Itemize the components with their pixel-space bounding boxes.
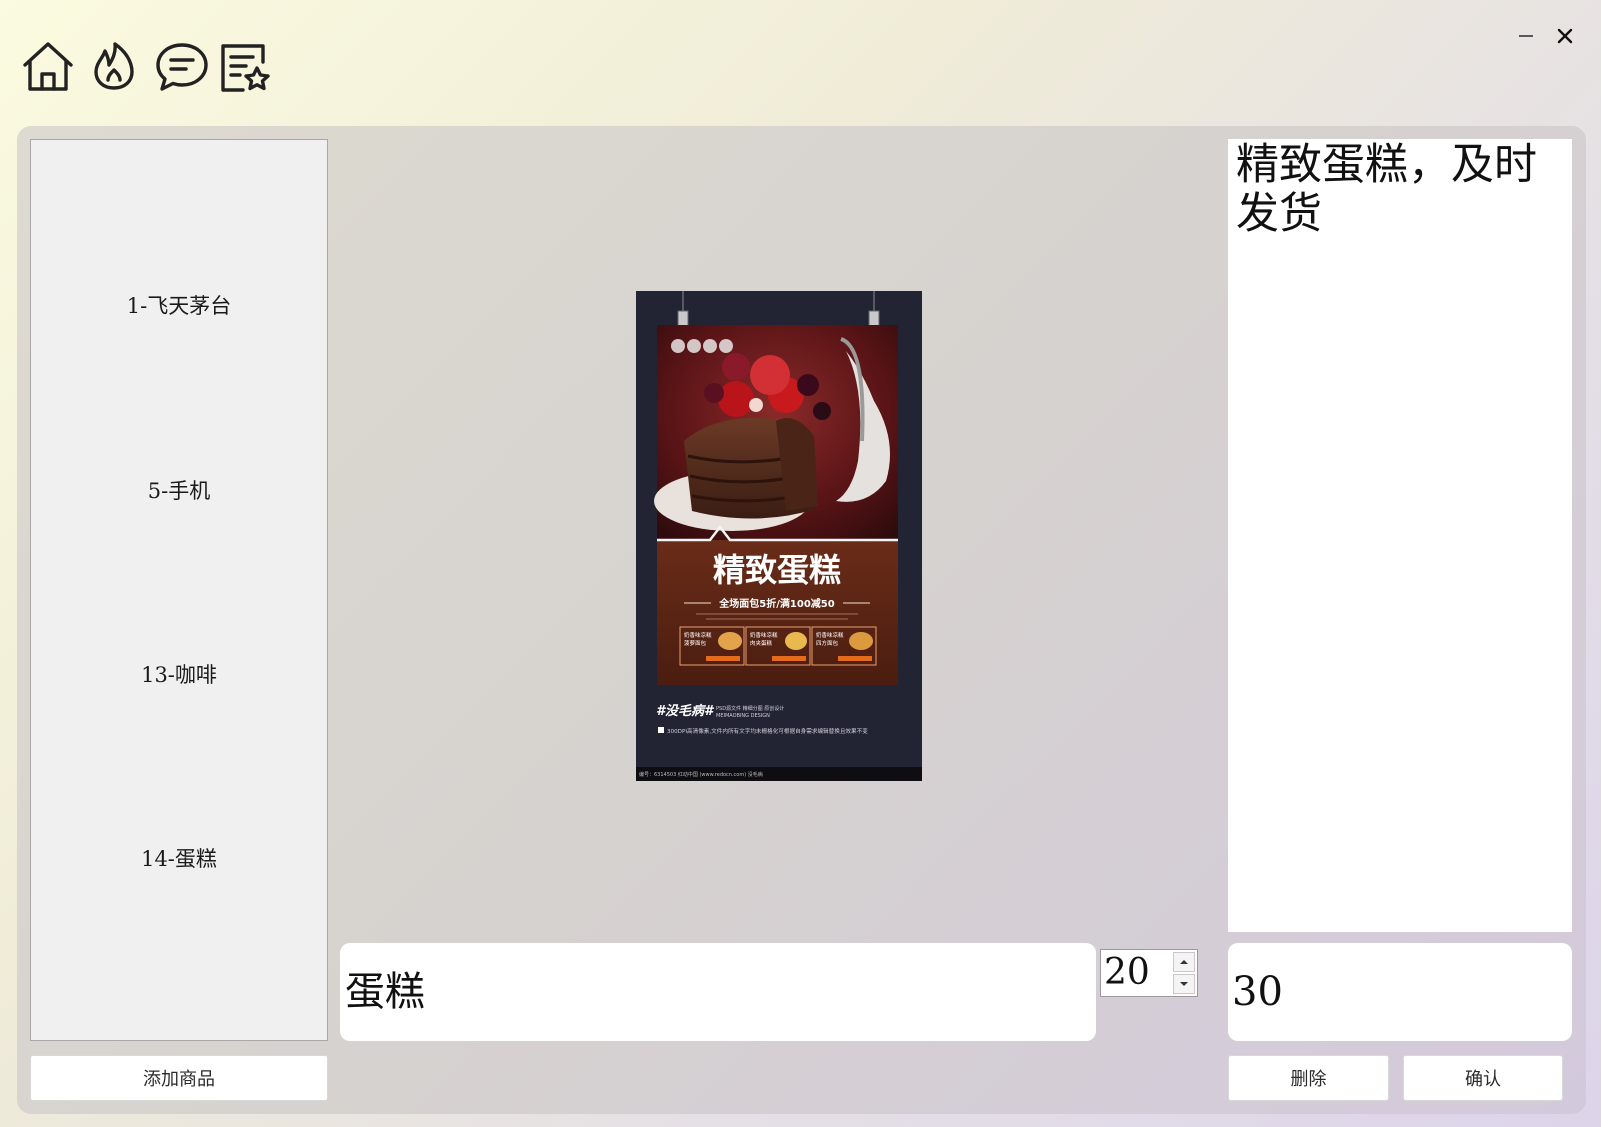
list-item[interactable]: 1-飞天茅台 bbox=[31, 290, 327, 320]
poster-brand-sub: MEIMAOBING DESIGN bbox=[716, 713, 770, 719]
list-item[interactable]: 5-手机 bbox=[31, 475, 327, 505]
poster-headline: 精致蛋糕 bbox=[713, 551, 841, 589]
add-product-button[interactable]: 添加商品 bbox=[30, 1055, 328, 1101]
home-icon[interactable] bbox=[18, 38, 78, 98]
poster-brand: #没毛病# bbox=[656, 703, 715, 719]
chevron-up-icon bbox=[1180, 960, 1188, 964]
close-button[interactable] bbox=[1547, 18, 1583, 54]
list-item[interactable]: 13-咖啡 bbox=[31, 659, 327, 689]
quantity-value[interactable]: 20 bbox=[1104, 950, 1150, 996]
chevron-down-icon bbox=[1180, 982, 1188, 986]
svg-text:奶香味凉糕: 奶香味凉糕 bbox=[750, 631, 778, 639]
list-item[interactable]: 14-蛋糕 bbox=[31, 843, 327, 873]
price-input[interactable]: 30 bbox=[1228, 943, 1572, 1041]
product-name-input[interactable]: 蛋糕 bbox=[340, 943, 1096, 1041]
svg-text:奶香味凉糕: 奶香味凉糕 bbox=[816, 631, 844, 639]
poster-note: 300DPI高清像素,文件内所有文字均未栅格化可根据自身需求编辑替换且效果不变 bbox=[667, 727, 868, 735]
confirm-button[interactable]: 确认 bbox=[1403, 1055, 1563, 1101]
product-image: 精致蛋糕 全场面包5折/满100减50 奶香味凉糕 菠萝面包 奶香味凉糕 肉夹蛋… bbox=[636, 291, 922, 781]
svg-text:奶香味凉糕: 奶香味凉糕 bbox=[684, 631, 712, 639]
svg-text:四方面包: 四方面包 bbox=[816, 639, 839, 647]
flame-icon[interactable] bbox=[84, 38, 144, 98]
product-list[interactable]: 1-飞天茅台 5-手机 13-咖啡 14-蛋糕 bbox=[30, 139, 328, 1041]
quantity-stepper[interactable]: 20 bbox=[1100, 949, 1198, 997]
svg-text:肉夹蛋糕: 肉夹蛋糕 bbox=[750, 639, 773, 647]
chat-icon[interactable] bbox=[152, 38, 212, 98]
poster-subline: 全场面包5折/满100减50 bbox=[718, 597, 834, 610]
minimize-button[interactable] bbox=[1508, 18, 1544, 54]
poster-brand-sub: PSD源文件 精细分图 原创设计 bbox=[716, 705, 784, 712]
main-panel: 1-飞天茅台 5-手机 13-咖啡 14-蛋糕 添加商品 精致蛋糕 全场面包5折… bbox=[17, 126, 1586, 1114]
top-toolbar bbox=[0, 0, 1601, 125]
svg-text:菠萝面包: 菠萝面包 bbox=[684, 639, 707, 647]
delete-button[interactable]: 删除 bbox=[1228, 1055, 1389, 1101]
description-textarea[interactable]: 精致蛋糕，及时发货 bbox=[1228, 139, 1572, 932]
favorites-list-icon[interactable] bbox=[216, 38, 276, 98]
stepper-arrows bbox=[1173, 952, 1195, 994]
stepper-up-button[interactable] bbox=[1173, 952, 1195, 972]
poster-footer: 编号：6314503 红动中国 (www.redocn.com) 没毛病 bbox=[639, 771, 763, 778]
stepper-down-button[interactable] bbox=[1173, 974, 1195, 994]
